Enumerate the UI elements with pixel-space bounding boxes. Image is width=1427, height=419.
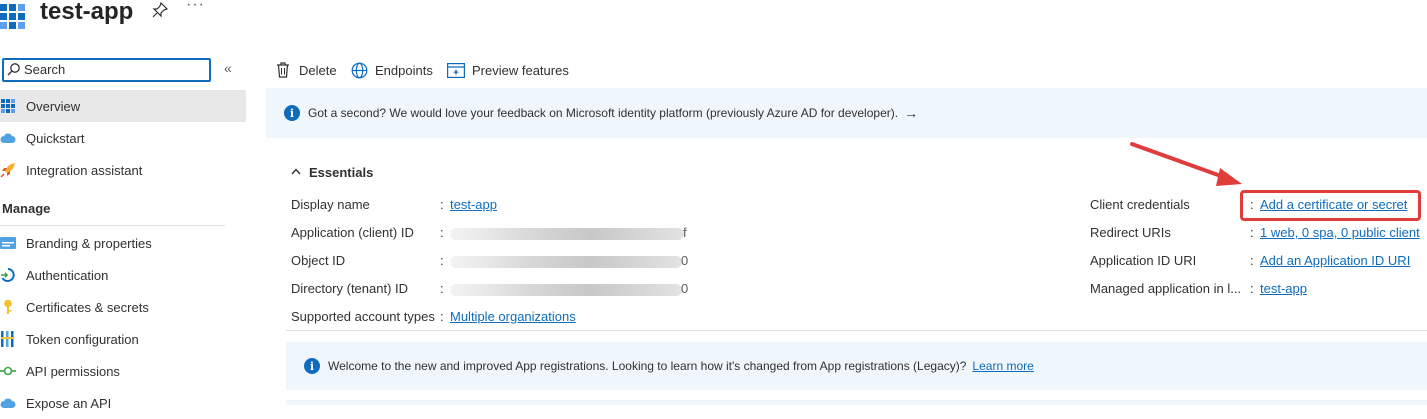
sidebar-item-label: Quickstart [26,130,85,146]
branding-icon [0,235,16,251]
sidebar-item-certificates-secrets[interactable]: Certificates & secrets [0,291,246,323]
sidebar-item-authentication[interactable]: Authentication [0,259,246,291]
cloud-api-icon [0,395,16,411]
essentials-toggle[interactable]: Essentials [291,165,373,180]
sidebar-item-expose-api[interactable]: Expose an API [0,387,246,419]
token-icon [0,331,16,347]
client-id-value: f [683,225,687,240]
endpoints-label: Endpoints [375,62,433,78]
managed-app-link[interactable]: test-app [1260,281,1307,296]
welcome-banner: i Welcome to the new and improved App re… [286,342,1427,390]
grid-icon [0,98,16,114]
object-id-value: 0 [681,253,689,268]
client-credentials-label: Client credentials [1090,197,1190,212]
sidebar-item-token-configuration[interactable]: Token configuration [0,323,246,355]
delete-label: Delete [299,62,337,78]
endpoints-button[interactable]: Endpoints [350,61,433,79]
sidebar-item-integration-assistant[interactable]: Integration assistant [0,154,246,186]
tenant-id-value: 0 [681,281,689,296]
separator: : [1250,225,1254,240]
separator: : [440,281,444,296]
cloud-icon [0,130,16,146]
sidebar-item-branding[interactable]: Branding & properties [0,227,246,259]
search-icon [7,63,20,76]
object-id-label: Object ID [291,253,346,268]
essentials-divider [286,330,1427,331]
separator: : [440,309,444,324]
sidebar-item-overview[interactable]: Overview [0,90,246,122]
sidebar-item-label: Integration assistant [26,162,143,178]
redirect-uris-link[interactable]: 1 web, 0 spa, 0 public client [1260,225,1420,240]
separator: : [440,197,444,212]
sidebar-item-label: Overview [26,98,81,114]
redirect-uris-label: Redirect URIs [1090,225,1171,240]
sidebar-item-label: Authentication [26,267,109,283]
display-name-link[interactable]: test-app [450,197,497,212]
account-types-label: Supported account types [291,309,435,324]
learn-more-link[interactable]: Learn more [972,359,1033,373]
sidebar-divider [0,225,225,226]
arrow-right-icon[interactable]: → [904,105,918,121]
tenant-id-label: Directory (tenant) ID [291,281,409,296]
pin-icon[interactable] [152,2,168,18]
info-icon: i [304,358,320,374]
sidebar-section-header: Manage [2,201,51,216]
sidebar-item-quickstart[interactable]: Quickstart [0,122,246,154]
search-input[interactable] [24,61,204,78]
sidebar-item-api-permissions[interactable]: API permissions [0,355,246,387]
chevron-up-icon [291,167,301,178]
preview-features-icon [447,61,465,79]
sidebar-item-label: Certificates & secrets [26,299,149,315]
search-box[interactable] [2,58,211,82]
feedback-banner[interactable]: i Got a second? We would love your feedb… [266,88,1427,138]
more-options-icon[interactable]: ··· [186,0,205,14]
globe-icon [350,61,368,79]
api-permissions-icon [0,363,16,379]
preview-features-button[interactable]: Preview features [447,61,569,79]
welcome-text: Welcome to the new and improved App regi… [328,359,967,373]
rocket-icon [0,162,16,178]
display-name-label: Display name [291,197,370,212]
client-id-label: Application (client) ID [291,225,414,240]
page-title: test-app [40,0,134,25]
sidebar-item-label: Expose an API [26,395,112,411]
collapse-sidebar-icon[interactable]: « [224,60,232,76]
redacted-object-id [450,256,682,268]
managed-app-label: Managed application in l... [1090,281,1242,296]
delete-button[interactable]: Delete [274,61,337,79]
separator: : [1250,281,1254,296]
app-id-uri-label: Application ID URI [1090,253,1197,268]
app-registration-icon [0,4,25,29]
annotation-arrow [1130,142,1242,186]
separator: : [440,253,444,268]
separator: : [1250,253,1254,268]
annotation-highlight-box [1240,190,1421,221]
redacted-client-id [450,228,684,240]
authentication-icon [0,267,16,283]
preview-features-label: Preview features [472,62,569,78]
redacted-tenant-id [450,284,682,296]
key-icon [0,299,16,315]
info-icon: i [284,105,300,121]
next-section-strip [286,400,1427,405]
sidebar-item-label: API permissions [26,363,120,379]
account-types-link[interactable]: Multiple organizations [450,309,576,324]
essentials-title: Essentials [309,165,374,180]
sidebar-item-label: Branding & properties [26,235,152,251]
separator: : [440,225,444,240]
trash-icon [274,61,292,79]
sidebar-item-label: Token configuration [26,331,139,347]
add-app-id-uri-link[interactable]: Add an Application ID URI [1260,253,1410,268]
feedback-text: Got a second? We would love your feedbac… [308,106,899,120]
